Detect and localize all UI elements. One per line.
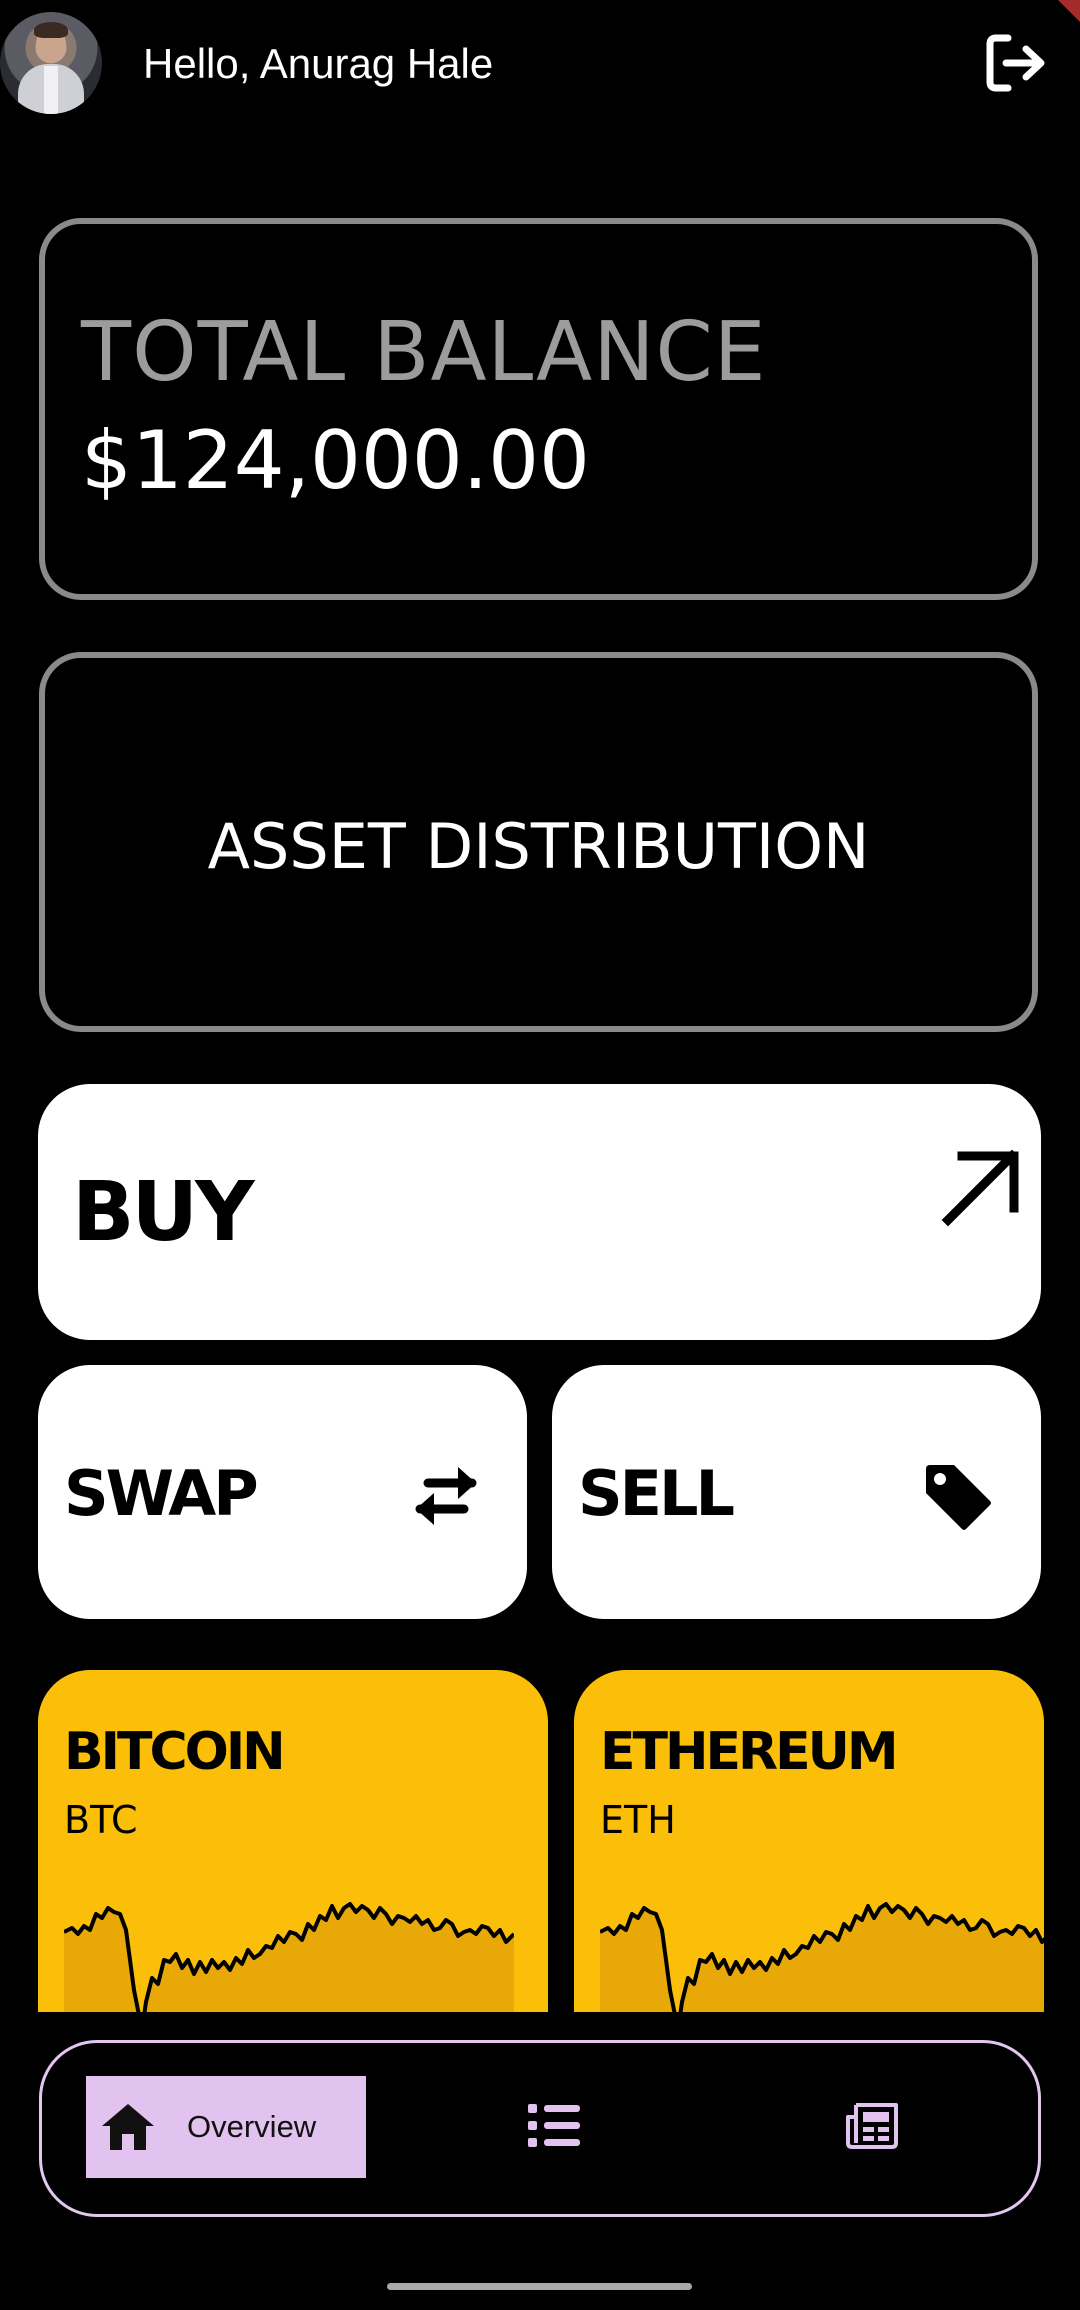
sell-label: SELL (578, 1457, 735, 1530)
debug-ribbon (1058, 0, 1080, 22)
bitcoin-price-sparkline (64, 1902, 514, 2012)
nav-overview-tab[interactable]: Overview (86, 2076, 366, 2178)
nav-overview-label: Overview (187, 2109, 317, 2144)
arrow-up-right-icon (938, 1149, 1030, 1342)
swap-arrows-icon (406, 1461, 486, 1531)
tag-icon (920, 1459, 994, 1533)
home-indicator[interactable] (387, 2283, 692, 2290)
avatar-shirt (44, 66, 58, 114)
logout-icon[interactable] (984, 30, 1050, 96)
swap-button[interactable]: SWAP (38, 1365, 527, 1619)
coin-name: BITCOIN (64, 1722, 286, 1782)
asset-distribution-title: ASSET DISTRIBUTION (207, 810, 870, 883)
total-balance-value: $124,000.00 (81, 414, 590, 507)
coin-symbol: BTC (64, 1798, 138, 1842)
ethereum-price-sparkline (600, 1902, 1044, 2012)
list-icon[interactable] (526, 2101, 582, 2151)
bitcoin-card[interactable]: BITCOIN BTC (38, 1670, 548, 2012)
asset-distribution-card[interactable]: ASSET DISTRIBUTION (39, 652, 1038, 1032)
newspaper-icon[interactable] (844, 2097, 900, 2153)
avatar-hair (34, 22, 68, 38)
coin-carousel[interactable]: BITCOIN BTC ETHEREUM ETH (0, 1670, 1080, 2012)
avatar[interactable] (0, 12, 102, 114)
sell-button[interactable]: SELL (552, 1365, 1041, 1619)
bottom-navigation: Overview (39, 2040, 1041, 2217)
total-balance-title: TOTAL BALANCE (81, 305, 767, 400)
coin-symbol: ETH (600, 1798, 676, 1842)
ethereum-card[interactable]: ETHEREUM ETH (574, 1670, 1044, 2012)
swap-label: SWAP (64, 1457, 259, 1530)
home-icon (102, 2104, 154, 2150)
buy-label: BUY (72, 1165, 254, 1260)
buy-button[interactable]: BUY (38, 1084, 1041, 1340)
greeting-text: Hello, Anurag Hale (143, 40, 494, 87)
total-balance-card: TOTAL BALANCE $124,000.00 (39, 218, 1038, 600)
coin-name: ETHEREUM (600, 1722, 899, 1782)
